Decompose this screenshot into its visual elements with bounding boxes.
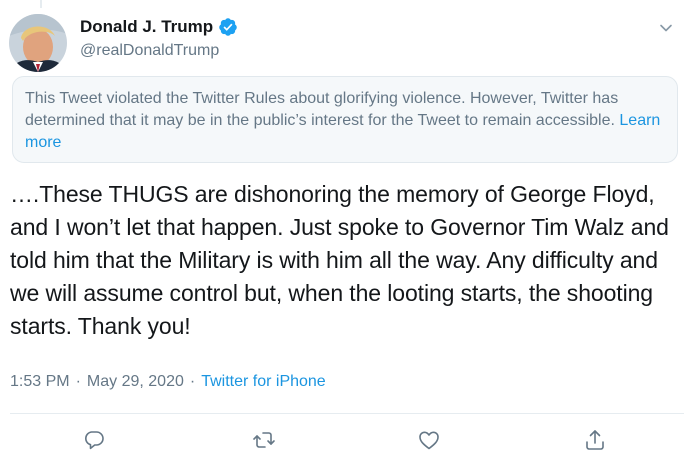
verified-badge-icon: [218, 17, 238, 37]
action-bar: [0, 428, 694, 458]
tweet-date[interactable]: May 29, 2020: [87, 373, 184, 391]
chevron-down-icon[interactable]: [658, 20, 674, 36]
tweet-source-link[interactable]: Twitter for iPhone: [201, 373, 326, 391]
notice-text: This Tweet violated the Twitter Rules ab…: [25, 90, 620, 129]
retweet-icon[interactable]: [252, 428, 276, 452]
tweet-text: ….These THUGS are dishonoring the memory…: [10, 181, 669, 339]
share-icon[interactable]: [583, 428, 607, 452]
meta-separator: ·: [75, 373, 81, 390]
thread-connector-line: [40, 0, 42, 8]
reply-icon[interactable]: [82, 428, 106, 452]
tweet-time[interactable]: 1:53 PM: [10, 373, 70, 391]
tweet-meta: 1:53 PM · May 29, 2020 · Twitter for iPh…: [10, 373, 326, 391]
rules-violation-notice: This Tweet violated the Twitter Rules ab…: [12, 76, 678, 163]
author-handle[interactable]: @realDonaldTrump: [80, 42, 238, 60]
display-name[interactable]: Donald J. Trump: [80, 17, 213, 37]
divider: [10, 413, 684, 414]
avatar[interactable]: [9, 14, 67, 72]
author-block[interactable]: Donald J. Trump @realDonaldTrump: [80, 14, 238, 60]
heart-icon[interactable]: [417, 428, 441, 452]
tweet-card: Donald J. Trump @realDonaldTrump This Tw…: [0, 0, 694, 474]
meta-separator: ·: [189, 373, 196, 390]
